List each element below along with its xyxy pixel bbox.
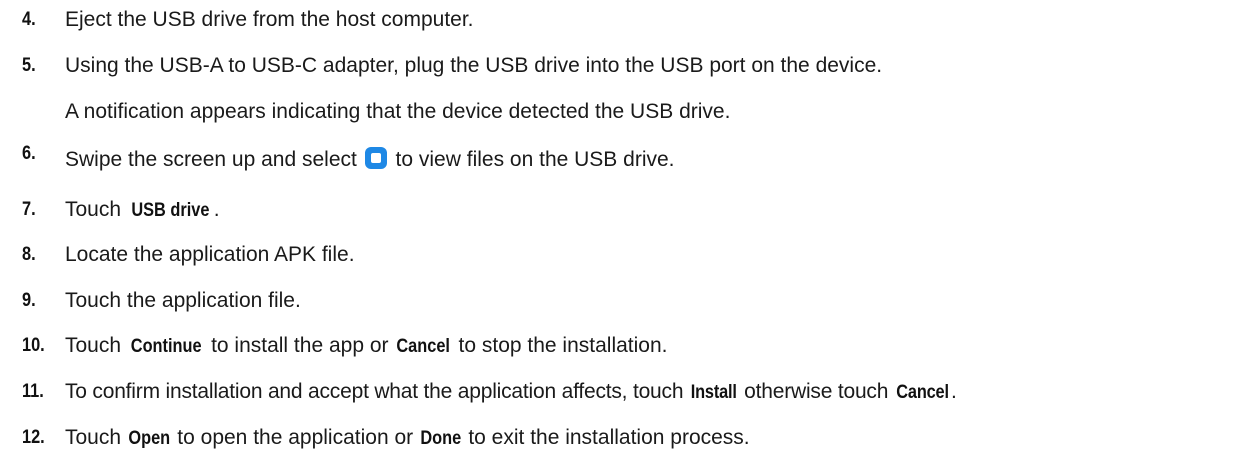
ui-term-continue: Continue bbox=[130, 336, 202, 357]
step-number: 11. bbox=[22, 381, 44, 402]
step-text-after: . bbox=[213, 198, 220, 221]
step-9: 9. Touch the application file. bbox=[0, 281, 1254, 321]
step-text: Touch USB drive. bbox=[65, 190, 220, 231]
step-number: 9. bbox=[22, 290, 36, 311]
step-text-before: To confirm installation and accept what … bbox=[65, 380, 684, 403]
step-5: 5. Using the USB-A to USB-C adapter, plu… bbox=[0, 46, 1254, 86]
step-number: 8. bbox=[22, 244, 36, 265]
step-text: To confirm installation and accept what … bbox=[65, 372, 957, 413]
step-8: 8. Locate the application APK file. bbox=[0, 235, 1254, 275]
step-text: Locate the application APK file. bbox=[65, 243, 355, 266]
step-note: A notification appears indicating that t… bbox=[65, 100, 731, 123]
step-text: Touch Open to open the application or Do… bbox=[65, 418, 750, 459]
step-text: Eject the USB drive from the host comput… bbox=[65, 8, 474, 31]
step-text: Touch the application file. bbox=[65, 289, 301, 312]
step-number: 5. bbox=[22, 55, 36, 76]
step-text-after: . bbox=[950, 380, 957, 403]
step-12: 12. Touch Open to open the application o… bbox=[0, 418, 1254, 458]
ui-term-done: Done bbox=[420, 428, 462, 449]
instruction-list: 4. Eject the USB drive from the host com… bbox=[0, 0, 1254, 470]
step-number: 7. bbox=[22, 199, 36, 220]
step-text-after: to view files on the USB drive. bbox=[395, 148, 675, 171]
ui-term-install: Install bbox=[690, 382, 737, 403]
step-text-before: Swipe the screen up and select bbox=[65, 148, 357, 171]
step-text-before: Touch bbox=[65, 198, 122, 221]
step-text-mid: to open the application or bbox=[177, 426, 414, 449]
step-number: 4. bbox=[22, 9, 36, 30]
ui-term-cancel: Cancel bbox=[896, 382, 949, 403]
step-text-mid: to install the app or bbox=[211, 334, 389, 357]
ui-term-open: Open bbox=[128, 428, 171, 449]
step-text-before: Touch bbox=[65, 334, 122, 357]
step-text-after: to exit the installation process. bbox=[468, 426, 750, 449]
step-7: 7. Touch USB drive. bbox=[0, 190, 1254, 230]
step-number: 12. bbox=[22, 427, 45, 448]
step-text: Swipe the screen up and select to view f… bbox=[65, 140, 675, 180]
step-11: 11. To confirm installation and accept w… bbox=[0, 372, 1254, 412]
step-number: 6. bbox=[22, 143, 36, 164]
step-text-after: to stop the installation. bbox=[458, 334, 668, 357]
step-text: Using the USB-A to USB-C adapter, plug t… bbox=[65, 54, 883, 77]
step-5-note: A notification appears indicating that t… bbox=[0, 92, 1254, 132]
step-number: 10. bbox=[22, 335, 45, 356]
step-10: 10. Touch Continue to install the app or… bbox=[0, 326, 1254, 366]
step-4: 4. Eject the USB drive from the host com… bbox=[0, 0, 1254, 40]
ui-term-cancel: Cancel bbox=[396, 336, 451, 357]
step-6: 6. Swipe the screen up and select to vie… bbox=[0, 140, 1254, 180]
ui-term-usb-drive: USB drive bbox=[131, 200, 210, 221]
files-app-icon bbox=[364, 147, 387, 169]
step-text-before: Touch bbox=[65, 426, 122, 449]
step-text-mid: otherwise touch bbox=[744, 380, 889, 403]
step-text: Touch Continue to install the app or Can… bbox=[65, 326, 667, 367]
